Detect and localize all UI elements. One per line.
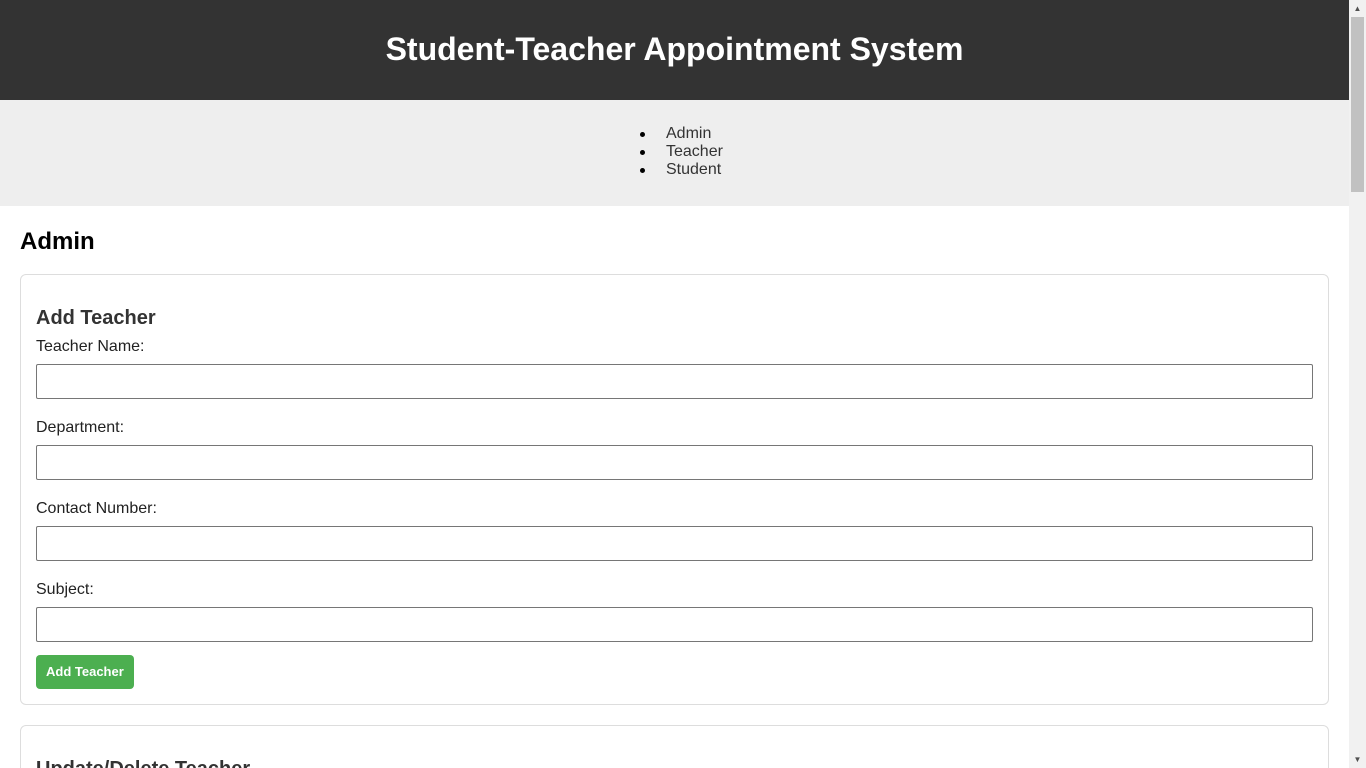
page: Student-Teacher Appointment System Admin… [0, 0, 1349, 768]
add-teacher-card: Add Teacher Teacher Name: Department: Co… [20, 274, 1329, 705]
scroll-thumb[interactable] [1351, 17, 1364, 192]
nav-item-admin[interactable]: Admin [626, 125, 716, 143]
vertical-scrollbar[interactable]: ▲ ▼ [1349, 0, 1366, 768]
update-teacher-title: Update/Delete Teacher [36, 757, 1313, 768]
arrow-up-icon[interactable]: ▲ [1349, 0, 1366, 17]
nav-list: Admin Teacher Student [626, 125, 723, 179]
bullet-icon [640, 150, 645, 155]
section-title: Admin [20, 228, 95, 255]
main-nav: Admin Teacher Student [0, 100, 1349, 206]
teacher-name-input[interactable] [36, 364, 1313, 399]
department-input[interactable] [36, 445, 1313, 480]
bullet-icon [640, 168, 645, 173]
add-teacher-button[interactable]: Add Teacher [36, 655, 134, 689]
main-content: Admin Add Teacher Teacher Name: Departme… [0, 206, 1349, 768]
subject-label: Subject: [36, 581, 94, 598]
arrow-down-icon[interactable]: ▼ [1349, 751, 1366, 768]
site-header: Student-Teacher Appointment System [0, 0, 1349, 100]
teacher-name-label: Teacher Name: [36, 338, 145, 355]
bullet-icon [640, 132, 645, 137]
contact-number-label: Contact Number: [36, 500, 157, 517]
site-title: Student-Teacher Appointment System [385, 31, 964, 67]
department-label: Department: [36, 419, 125, 436]
nav-item-teacher[interactable]: Teacher [626, 143, 723, 161]
subject-input[interactable] [36, 607, 1313, 642]
nav-item-student[interactable]: Student [626, 161, 721, 179]
update-teacher-card: Update/Delete Teacher [20, 725, 1329, 768]
contact-number-input[interactable] [36, 526, 1313, 561]
add-teacher-title: Add Teacher [36, 307, 156, 329]
